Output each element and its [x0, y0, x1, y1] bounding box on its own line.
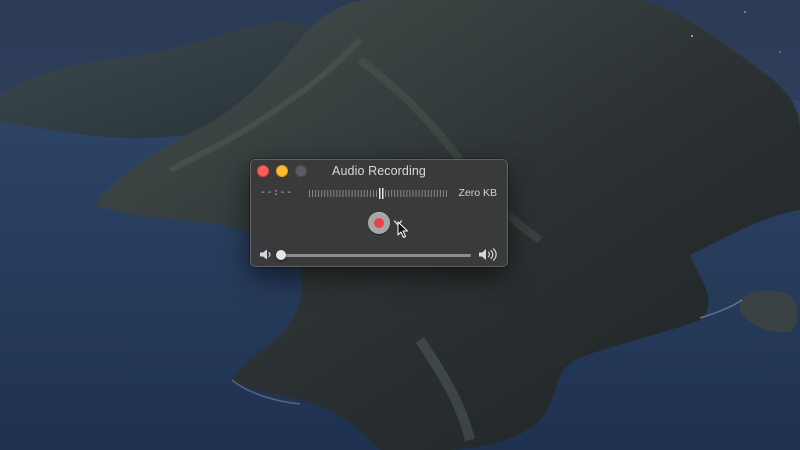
level-meter-tick [360, 190, 362, 197]
record-button[interactable] [368, 212, 390, 234]
window-title: Audio Recording [332, 164, 426, 178]
level-meter-tick [427, 190, 429, 197]
level-indicator [379, 188, 381, 199]
level-meter-tick [375, 190, 377, 197]
level-meter-tick [369, 190, 371, 197]
level-meter-tick [315, 190, 317, 197]
desktop: Audio Recording --:-- Zero KB [0, 0, 800, 450]
title-bar[interactable]: Audio Recording [251, 160, 507, 182]
level-meter-tick [409, 190, 411, 197]
level-meter-tick [397, 190, 399, 197]
volume-slider[interactable] [276, 250, 471, 260]
level-meter-tick [433, 190, 435, 197]
level-meter-tick [391, 190, 393, 197]
level-meter-tick [445, 190, 447, 197]
level-indicator [382, 188, 384, 199]
level-meter-tick [351, 190, 353, 197]
speaker-high-icon[interactable] [478, 248, 498, 261]
level-meter-tick [357, 190, 359, 197]
level-meter-tick [333, 190, 335, 197]
level-meter-tick [339, 190, 341, 197]
level-meter-tick [400, 190, 402, 197]
level-meter-tick [327, 190, 329, 197]
level-meter-tick [336, 190, 338, 197]
level-meter-tick [394, 190, 396, 197]
level-meter-tick [366, 190, 368, 197]
level-meter-tick [345, 190, 347, 197]
level-meter-tick [418, 190, 420, 197]
level-meter-tick [309, 190, 310, 197]
level-meter-tick [312, 190, 314, 197]
level-meter-tick [342, 190, 344, 197]
record-icon [374, 218, 384, 228]
level-meter-tick [318, 190, 320, 197]
level-meter-tick [385, 190, 387, 197]
file-size: Zero KB [458, 187, 497, 199]
level-meter-tick [388, 190, 390, 197]
volume-slider-knob[interactable] [276, 250, 286, 260]
level-meter-tick [403, 190, 405, 197]
level-meter-tick [412, 190, 414, 197]
level-meter-tick [348, 190, 350, 197]
mouse-pointer-icon [397, 221, 408, 238]
level-meter-tick [324, 190, 326, 197]
elapsed-time: --:-- [260, 187, 293, 198]
level-meter-tick [354, 190, 356, 197]
level-meter-tick [430, 190, 432, 197]
level-meter-tick [415, 190, 417, 197]
level-meter-tick [436, 190, 438, 197]
level-meter-tick [442, 190, 444, 197]
audio-level-meter [309, 188, 447, 199]
level-meter-tick [321, 190, 323, 197]
level-meter-tick [372, 190, 374, 197]
level-meter-tick [424, 190, 426, 197]
quicktime-audio-recording-window: Audio Recording --:-- Zero KB [250, 159, 508, 267]
speaker-low-icon[interactable] [259, 249, 273, 260]
level-meter-tick [406, 190, 408, 197]
level-meter-tick [439, 190, 441, 197]
level-meter-tick [363, 190, 365, 197]
level-meter-tick [421, 190, 423, 197]
level-meter-tick [330, 190, 332, 197]
